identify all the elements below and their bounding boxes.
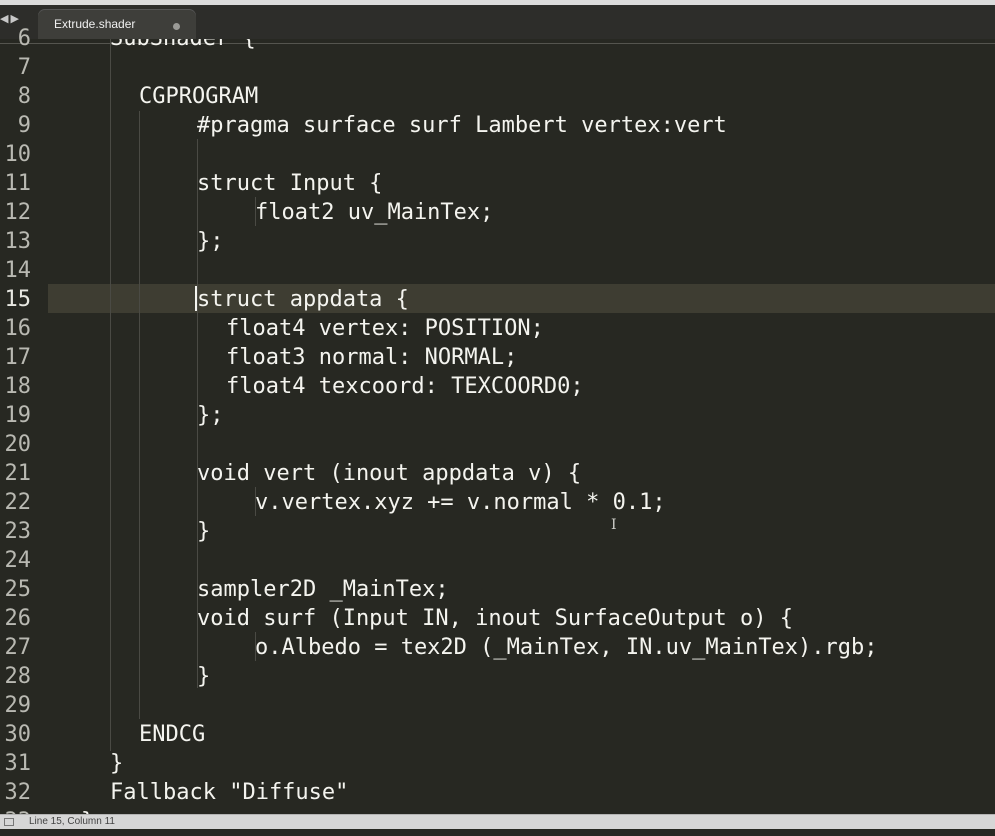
line-number-gutter[interactable]: 6 7 8 9 10 11 12 13 14 15 16 17 18 19 20… bbox=[0, 26, 48, 834]
cursor-position-status: Line 15, Column 11 bbox=[29, 816, 115, 827]
code-line: ENDCG bbox=[139, 722, 206, 747]
code-line: float4 vertex: POSITION; bbox=[226, 316, 544, 341]
line-number: 23 bbox=[4, 519, 32, 544]
panel-toggle-icon[interactable] bbox=[4, 818, 14, 826]
line-number: 27 bbox=[4, 635, 32, 660]
line-number: 18 bbox=[4, 374, 32, 399]
status-bar: Line 15, Column 11 bbox=[0, 814, 995, 829]
line-number: 29 bbox=[4, 693, 32, 718]
code-line: }; bbox=[197, 403, 224, 428]
code-line: float2 uv_MainTex; bbox=[255, 200, 494, 225]
code-line: } bbox=[197, 664, 211, 689]
tab-title: Extrude.shader bbox=[54, 17, 136, 31]
code-line: void surf (Input IN, inout SurfaceOutput… bbox=[197, 606, 794, 631]
line-number: 26 bbox=[4, 606, 32, 631]
code-line: o.Albedo = tex2D (_MainTex, IN.uv_MainTe… bbox=[255, 635, 878, 660]
line-number: 14 bbox=[4, 258, 32, 283]
text-caret bbox=[195, 286, 197, 311]
line-number: 30 bbox=[4, 722, 32, 747]
code-line: } bbox=[81, 807, 94, 814]
code-line: float3 normal: NORMAL; bbox=[226, 345, 518, 370]
code-line: Fallback "Diffuse" bbox=[110, 780, 349, 805]
code-line-active: struct appdata { bbox=[197, 287, 409, 312]
line-number: 20 bbox=[4, 432, 32, 457]
line-number: 31 bbox=[4, 751, 32, 776]
line-number: 9 bbox=[17, 113, 31, 138]
line-number: 6 bbox=[17, 26, 31, 51]
line-number: 10 bbox=[4, 142, 32, 167]
line-number: 7 bbox=[17, 55, 31, 80]
code-line: CGPROGRAM bbox=[139, 84, 259, 109]
indent-guide bbox=[110, 39, 111, 751]
code-line: sampler2D _MainTex; bbox=[197, 577, 449, 602]
code-line: v.vertex.xyz += v.normal * 0.1; bbox=[255, 490, 666, 515]
code-line: }; bbox=[197, 229, 224, 254]
code-line: void vert (inout appdata v) { bbox=[197, 461, 582, 486]
code-line: struct Input { bbox=[197, 171, 383, 196]
line-number: 12 bbox=[4, 200, 32, 225]
line-number: 25 bbox=[4, 577, 32, 602]
line-number: 21 bbox=[4, 461, 32, 486]
code-line: #pragma surface surf Lambert vertex:vert bbox=[197, 113, 727, 138]
line-number: 13 bbox=[4, 229, 32, 254]
code-line: } bbox=[110, 751, 124, 776]
line-number: 28 bbox=[4, 664, 32, 689]
code-line: } bbox=[197, 519, 211, 544]
line-number: 16 bbox=[4, 316, 32, 341]
line-number: 32 bbox=[4, 780, 32, 805]
indent-guide bbox=[139, 111, 140, 719]
line-number: 8 bbox=[17, 84, 31, 109]
line-number: 24 bbox=[4, 548, 32, 573]
line-number: 22 bbox=[4, 490, 32, 515]
code-line: float4 texcoord: TEXCOORD0; bbox=[226, 374, 584, 399]
line-number-active: 15 bbox=[4, 287, 32, 312]
ibeam-cursor-icon: I bbox=[611, 517, 617, 533]
tab-extrude-shader[interactable]: Extrude.shader bbox=[38, 9, 196, 39]
active-line-highlight bbox=[48, 284, 995, 313]
code-line: SubShader { bbox=[110, 39, 256, 53]
line-number: 17 bbox=[4, 345, 32, 370]
line-number: 19 bbox=[4, 403, 32, 428]
code-editor[interactable]: SubShader { CGPROGRAM #pragma surface su… bbox=[48, 39, 995, 814]
line-number: 11 bbox=[4, 171, 32, 196]
tab-bar: ◀▶ Extrude.shader bbox=[0, 5, 995, 44]
unsaved-dot-icon[interactable] bbox=[173, 23, 180, 30]
